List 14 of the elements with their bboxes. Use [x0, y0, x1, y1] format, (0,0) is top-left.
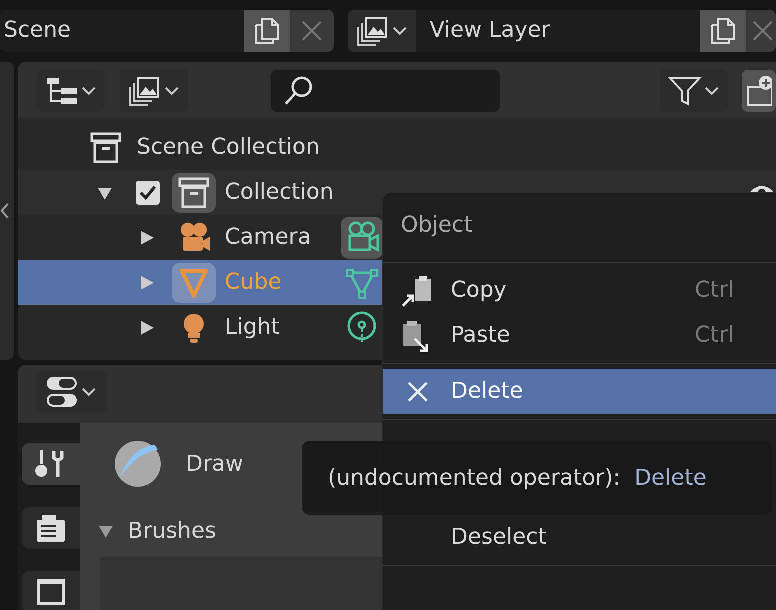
tree-item-label: Camera [225, 224, 312, 252]
tree-item-label: Cube [225, 269, 283, 297]
tree-item-label: Scene Collection [137, 134, 320, 162]
shortcut-text: Ctrl [695, 277, 736, 305]
tool-name: Draw [186, 450, 244, 478]
panel-title: Brushes [128, 518, 216, 546]
view-layer-name: View Layer [428, 17, 552, 45]
scene-name: Scene [3, 17, 72, 45]
operator-name: Delete [634, 464, 707, 492]
shortcut-text: Ctrl [695, 322, 736, 350]
menu-title: Object [401, 212, 473, 240]
tree-item-label: Collection [225, 179, 335, 207]
tree-item-label: Light [225, 314, 281, 342]
tooltip-text: (undocumented operator): [328, 464, 621, 492]
